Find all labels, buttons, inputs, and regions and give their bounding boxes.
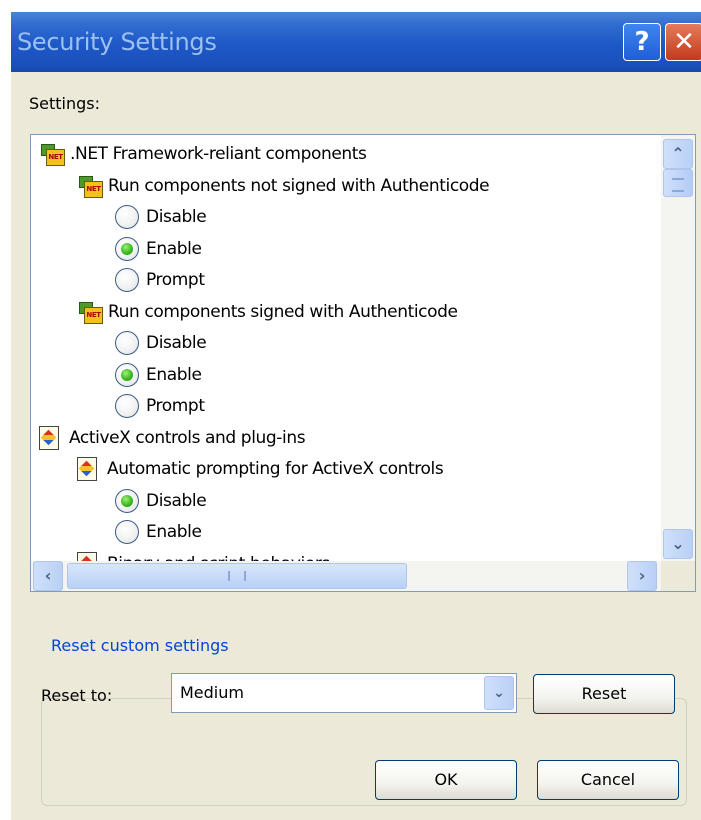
setting-label: Run components not signed with Authentic… [108, 175, 490, 196]
option-label: Disable [146, 490, 207, 511]
option-label: Enable [146, 522, 202, 542]
chevron-left-icon: ‹ [44, 566, 52, 585]
title-bar[interactable]: Security Settings ? ✕ [11, 12, 701, 72]
window-title: Security Settings [17, 28, 217, 56]
settings-tree-content: .NET Framework-reliant components Run com… [31, 135, 661, 561]
scroll-left-button[interactable]: ‹ [33, 561, 63, 591]
chevron-down-icon: ⌄ [671, 534, 685, 553]
option-label: Disable [146, 333, 207, 353]
close-button[interactable]: ✕ [665, 23, 701, 61]
option-row[interactable]: Enable [115, 234, 202, 264]
setting-label: Automatic prompting for ActiveX controls [107, 459, 444, 479]
option-label: Enable [146, 238, 202, 259]
settings-tree[interactable]: .NET Framework-reliant components Run com… [30, 134, 696, 592]
activex-icon [77, 551, 97, 561]
option-label: Prompt [146, 270, 205, 290]
help-icon: ? [634, 27, 650, 57]
radio-button[interactable] [115, 268, 139, 292]
setting-label: Run components signed with Authenticode [108, 301, 458, 322]
ok-button[interactable]: OK [375, 760, 517, 800]
activex-icon [39, 425, 59, 450]
option-row[interactable]: Disable [115, 328, 207, 358]
option-row[interactable]: Disable [115, 486, 207, 516]
net-framework-icon [39, 142, 65, 166]
grip-icon [672, 178, 684, 192]
category-label: .NET Framework-reliant components [70, 144, 367, 164]
chevron-down-icon: ⌄ [493, 685, 505, 701]
reset-level-value: Medium [180, 683, 244, 702]
setting-row: Automatic prompting for ActiveX controls [77, 454, 444, 484]
option-row[interactable]: Disable [115, 202, 207, 232]
option-label: Disable [146, 207, 207, 227]
setting-row: Run components not signed with Authentic… [77, 171, 490, 201]
category-row: ActiveX controls and plug-ins [39, 423, 306, 453]
reset-group-legend: Reset custom settings [47, 636, 233, 655]
horizontal-scroll-thumb[interactable] [67, 563, 407, 589]
dropdown-button[interactable]: ⌄ [484, 676, 514, 710]
radio-button[interactable] [115, 331, 139, 355]
option-row[interactable]: Enable [115, 360, 202, 390]
option-row[interactable]: Prompt [115, 265, 205, 295]
radio-button[interactable] [115, 205, 139, 229]
cancel-button[interactable]: Cancel [537, 760, 679, 800]
scroll-down-button[interactable]: ⌄ [663, 529, 693, 559]
radio-button[interactable] [115, 362, 139, 387]
category-row: .NET Framework-reliant components [39, 139, 367, 169]
chevron-up-icon: ⌃ [671, 144, 685, 163]
close-icon: ✕ [673, 27, 695, 57]
vertical-scroll-thumb[interactable] [663, 169, 693, 197]
scroll-right-button[interactable]: › [627, 561, 657, 591]
radio-button[interactable] [115, 236, 139, 261]
security-settings-dialog: Security Settings ? ✕ Settings: .NET Fra… [11, 12, 701, 820]
grip-icon [228, 571, 246, 581]
net-framework-icon [77, 300, 103, 324]
option-label: Enable [146, 364, 202, 385]
setting-row: Binary and script behaviors [77, 549, 330, 562]
radio-button[interactable] [115, 394, 139, 418]
scroll-up-button[interactable]: ⌃ [663, 139, 693, 169]
scrollbar-corner [661, 561, 695, 591]
settings-label: Settings: [29, 94, 101, 113]
activex-icon [77, 457, 97, 481]
chevron-right-icon: › [638, 566, 646, 585]
category-label: ActiveX controls and plug-ins [69, 427, 306, 448]
reset-button[interactable]: Reset [533, 674, 675, 714]
help-button[interactable]: ? [623, 23, 661, 61]
option-label: Prompt [146, 396, 205, 416]
net-framework-icon [77, 174, 103, 198]
radio-button[interactable] [115, 520, 139, 544]
horizontal-scrollbar[interactable]: ‹ › [31, 561, 661, 591]
reset-level-dropdown[interactable]: Medium ⌄ [171, 673, 517, 713]
vertical-scrollbar[interactable]: ⌃ ⌄ [661, 135, 695, 561]
reset-to-label: Reset to: [41, 686, 113, 705]
setting-label: Binary and script behaviors [107, 554, 330, 562]
option-row[interactable]: Enable [115, 517, 202, 547]
radio-button[interactable] [115, 488, 139, 513]
option-row[interactable]: Prompt [115, 391, 205, 421]
setting-row: Run components signed with Authenticode [77, 297, 458, 327]
